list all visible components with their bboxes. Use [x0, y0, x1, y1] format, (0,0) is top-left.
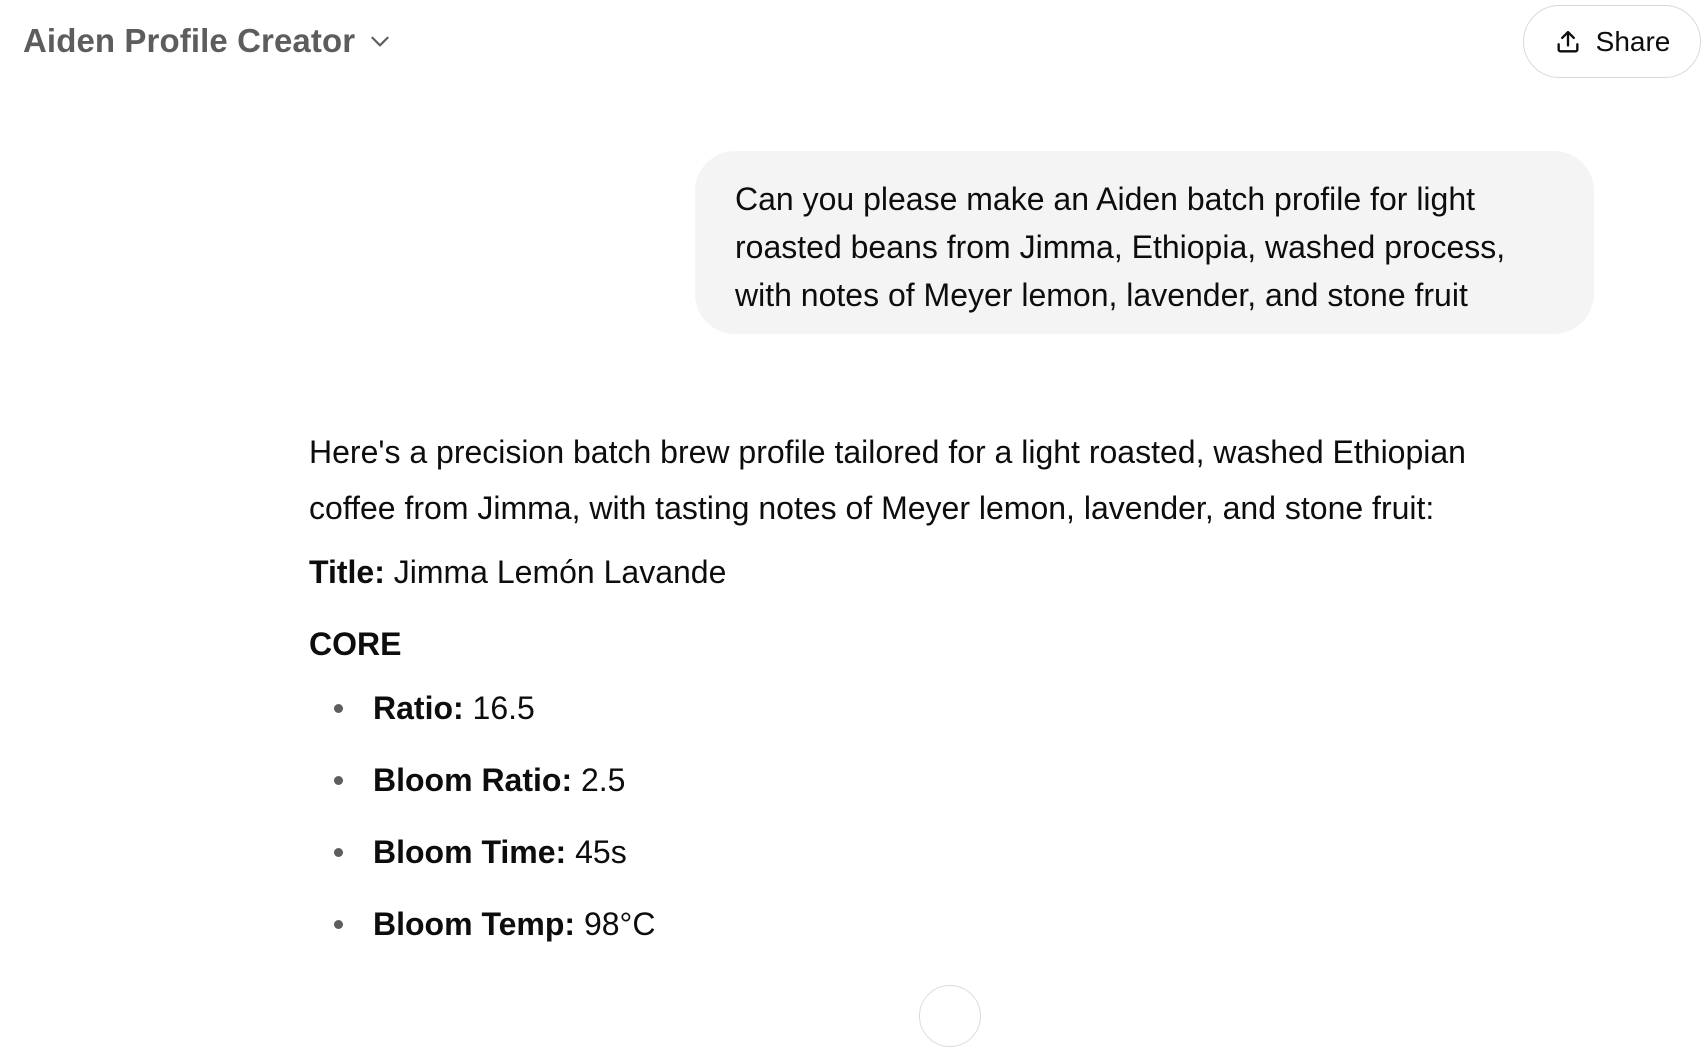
spec-value: 16.5 — [472, 690, 535, 726]
core-spec-list: Ratio: 16.5 Bloom Ratio: 2.5 Bloom Time:… — [309, 688, 1509, 944]
chevron-down-icon — [367, 28, 393, 54]
profile-title-key: Title: — [309, 554, 385, 590]
profile-title-value: Jimma Lemón Lavande — [393, 554, 727, 590]
spec-item-bloom-ratio: Bloom Ratio: 2.5 — [309, 760, 1509, 800]
spec-key: Bloom Ratio: — [373, 762, 573, 798]
assistant-intro: Here's a precision batch brew profile ta… — [309, 434, 1466, 526]
spec-key: Bloom Temp: — [373, 906, 576, 942]
app-title: Aiden Profile Creator — [23, 22, 356, 59]
model-selector[interactable]: Aiden Profile Creator — [23, 22, 393, 60]
profile-title-line: Title: Jimma Lemón Lavande — [309, 552, 1509, 592]
user-message-text: Can you please make an Aiden batch profi… — [735, 181, 1506, 313]
spec-key: Bloom Time: — [373, 834, 567, 870]
share-button[interactable]: Share — [1523, 5, 1701, 78]
spec-item-ratio: Ratio: 16.5 — [309, 688, 1509, 728]
spec-value: 2.5 — [580, 762, 626, 798]
user-message-bubble: Can you please make an Aiden batch profi… — [695, 151, 1594, 334]
bullet-dot — [334, 704, 343, 713]
bullet-dot — [334, 776, 343, 785]
share-upload-icon — [1554, 28, 1582, 56]
section-heading-core: CORE — [309, 626, 402, 662]
spec-key: Ratio: — [373, 690, 464, 726]
spec-value: 45s — [575, 834, 627, 870]
top-bar: Aiden Profile Creator Share — [0, 0, 1704, 86]
bullet-dot — [334, 920, 343, 929]
assistant-message: Here's a precision batch brew profile ta… — [309, 424, 1509, 976]
spec-value: 98°C — [583, 906, 656, 942]
spec-item-bloom-time: Bloom Time: 45s — [309, 832, 1509, 872]
share-label: Share — [1595, 25, 1671, 57]
bullet-dot — [334, 848, 343, 857]
spec-item-bloom-temp: Bloom Temp: 98°C — [309, 904, 1509, 944]
scroll-down-icon[interactable] — [919, 985, 981, 1047]
